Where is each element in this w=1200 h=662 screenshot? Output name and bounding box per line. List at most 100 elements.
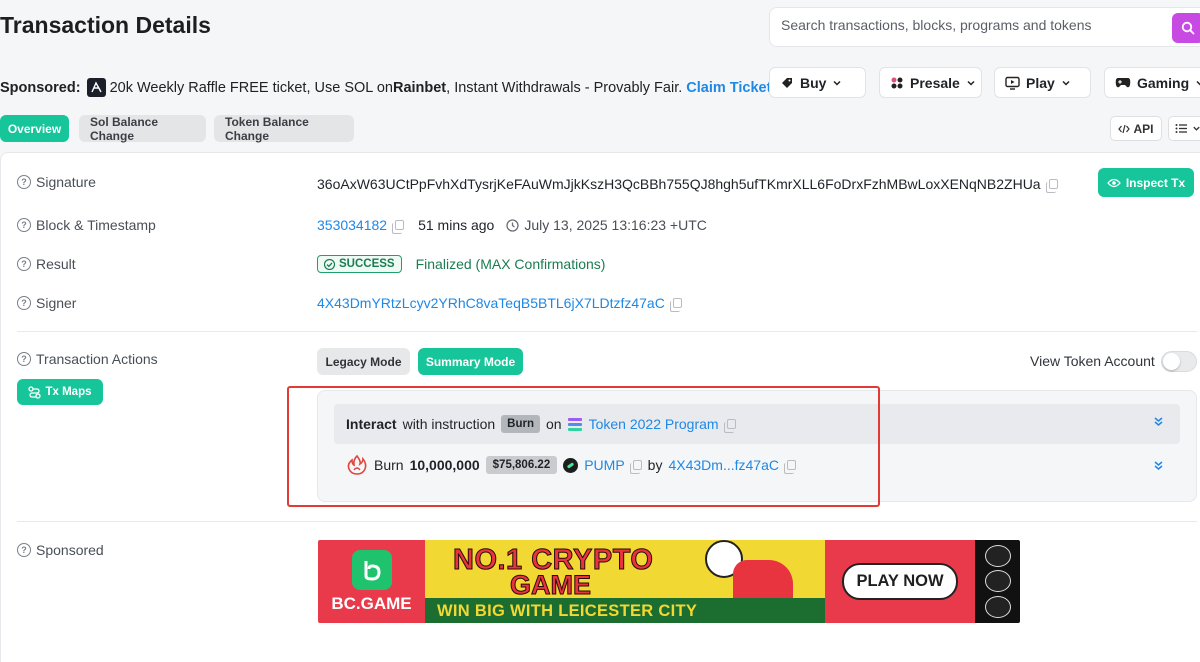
copy-icon[interactable] [783, 460, 796, 474]
sponsor-brand: Rainbet [392, 79, 447, 96]
copy-icon[interactable] [629, 460, 642, 474]
bcgame-logo-text: BC.GAME [331, 593, 412, 613]
banner-headline-2: GAME [510, 570, 592, 601]
gaming-label: Gaming [1137, 74, 1190, 91]
solana-program-icon [567, 417, 582, 431]
sponsored-banner-ad[interactable]: BC.GAME NO.1 CRYPTO GAME WIN BIG WITH LE… [318, 540, 1020, 623]
help-icon: ? [17, 352, 31, 366]
search-bar[interactable] [769, 7, 1200, 47]
api-button[interactable]: API [1110, 116, 1162, 141]
token-link[interactable]: PUMP [584, 457, 624, 473]
gamepad-icon [1115, 77, 1131, 87]
check-circle-icon [324, 258, 335, 270]
chevron-down-icon [833, 80, 841, 86]
gaming-menu-button[interactable]: Gaming [1104, 67, 1200, 98]
success-badge-label: SUCCESS [339, 258, 395, 270]
burn-summary-row: Burn 10,000,000 $75,806.22 PUMP by 4X43D… [346, 454, 796, 476]
burn-usd-value: $75,806.22 [485, 456, 558, 474]
play-label: Play [1026, 74, 1055, 91]
view-options-button[interactable] [1168, 116, 1200, 141]
tx-maps-button[interactable]: Tx Maps [17, 379, 103, 405]
by-label: by [647, 457, 663, 473]
bcgame-logo-icon [351, 549, 392, 590]
inspect-tx-label: Inspect Tx [1125, 175, 1186, 190]
action-summary-box: Interact with instruction Burn on Token … [317, 390, 1197, 502]
buy-label: Buy [800, 74, 827, 91]
sponsor-label: Sponsored: [0, 79, 81, 96]
search-button[interactable] [1172, 13, 1200, 43]
help-icon: ? [17, 257, 31, 271]
summary-mode-button[interactable]: Summary Mode [418, 348, 523, 375]
program-link[interactable]: Token 2022 Program [589, 416, 719, 432]
pump-token-icon [563, 457, 579, 473]
interact-label: Interact [346, 416, 397, 432]
result-value-group: SUCCESS Finalized (MAX Confirmations) [317, 255, 605, 273]
copy-icon[interactable] [392, 220, 405, 234]
block-age: 51 mins ago [418, 217, 495, 233]
search-icon [1181, 21, 1195, 35]
signer-address-link[interactable]: 4X43DmYRtzLcyv2YRhC8vaTeqB5BTL6jX7LDtzfz… [317, 295, 665, 311]
legacy-mode-button[interactable]: Legacy Mode [317, 348, 410, 375]
tab-overview[interactable]: Overview [0, 115, 69, 142]
signature-label: Signature [36, 174, 96, 190]
page-title: Transaction Details [0, 12, 211, 38]
monitor-play-icon [1005, 76, 1020, 90]
sponsor-text-before: 20k Weekly Raffle FREE ticket, Use SOL o… [109, 79, 393, 96]
block-number-link[interactable]: 353034182 [317, 217, 387, 233]
list-icon [1175, 124, 1187, 133]
tab-token-balance-change[interactable]: Token Balance Change [214, 115, 354, 143]
social-icon [984, 544, 1011, 567]
block-value-group: 353034182 51 mins ago July 13, 2025 13:1… [317, 217, 707, 234]
search-input[interactable] [781, 17, 1161, 33]
view-token-account-label: View Token Account [1030, 353, 1155, 369]
social-icon [984, 596, 1011, 619]
presale-menu-button[interactable]: Presale [879, 67, 982, 98]
api-label: API [1133, 121, 1154, 136]
claim-ticket-link[interactable]: Claim Ticket [686, 80, 771, 96]
inspect-tx-button[interactable]: Inspect Tx [1098, 168, 1194, 197]
chevron-down-icon [967, 80, 975, 86]
actions-label: Transaction Actions [36, 351, 158, 367]
burner-address-link[interactable]: 4X43Dm...fz47aC [668, 457, 779, 473]
copy-icon[interactable] [1045, 179, 1058, 193]
finalized-text: Finalized (MAX Confirmations) [415, 256, 606, 272]
burn-amount: 10,000,000 [409, 457, 480, 473]
sponsor-line: Sponsored: 20k Weekly Raffle FREE ticket… [0, 78, 771, 97]
instruction-badge: Burn [501, 415, 541, 433]
social-icon [984, 570, 1011, 593]
code-icon [1118, 124, 1131, 133]
chevron-down-icon [1193, 126, 1200, 131]
rainbet-logo-icon [86, 78, 106, 97]
tag-icon [782, 77, 792, 88]
clock-icon [506, 218, 520, 232]
play-menu-button[interactable]: Play [994, 67, 1091, 98]
copy-icon[interactable] [723, 419, 736, 433]
signature-value-group: 36oAxW63UCtPpFvhXdTysrjKeFAuWmJjkKszH3Qc… [317, 176, 1058, 193]
view-token-account-toggle[interactable] [1161, 351, 1197, 372]
copy-icon[interactable] [669, 298, 682, 312]
expand-chevron-icon[interactable] [1153, 416, 1164, 430]
divider [17, 331, 1197, 332]
eye-icon [1106, 178, 1121, 187]
sponsored-row-label: ? Sponsored [17, 542, 104, 558]
route-map-icon [28, 385, 42, 399]
help-icon: ? [17, 175, 31, 189]
tab-sol-balance-change[interactable]: Sol Balance Change [79, 115, 206, 143]
signature-value: 36oAxW63UCtPpFvhXdTysrjKeFAuWmJjkKszH3Qc… [317, 176, 1041, 192]
chevron-down-icon [1196, 80, 1200, 85]
buy-menu-button[interactable]: Buy [769, 67, 866, 98]
presale-icon [891, 77, 903, 88]
actions-row-label: ? Transaction Actions [17, 351, 158, 367]
banner-cta-panel: PLAY NOW [825, 540, 975, 623]
banner-subline: WIN BIG WITH LEICESTER CITY [437, 602, 698, 620]
chevron-down-icon [1062, 80, 1070, 86]
help-icon: ? [17, 543, 31, 557]
expand-chevron-icon[interactable] [1153, 460, 1164, 474]
result-row-label: ? Result [17, 256, 76, 272]
banner-headline-panel: NO.1 CRYPTO GAME WIN BIG WITH LEICESTER … [425, 540, 825, 623]
sponsor-text-after: , Instant Withdrawals - Provably Fair. [446, 79, 683, 96]
sponsored-label: Sponsored [36, 542, 104, 558]
result-label: Result [36, 256, 76, 272]
play-now-button[interactable]: PLAY NOW [842, 563, 958, 600]
instruction-row: Interact with instruction Burn on Token … [334, 404, 1180, 444]
